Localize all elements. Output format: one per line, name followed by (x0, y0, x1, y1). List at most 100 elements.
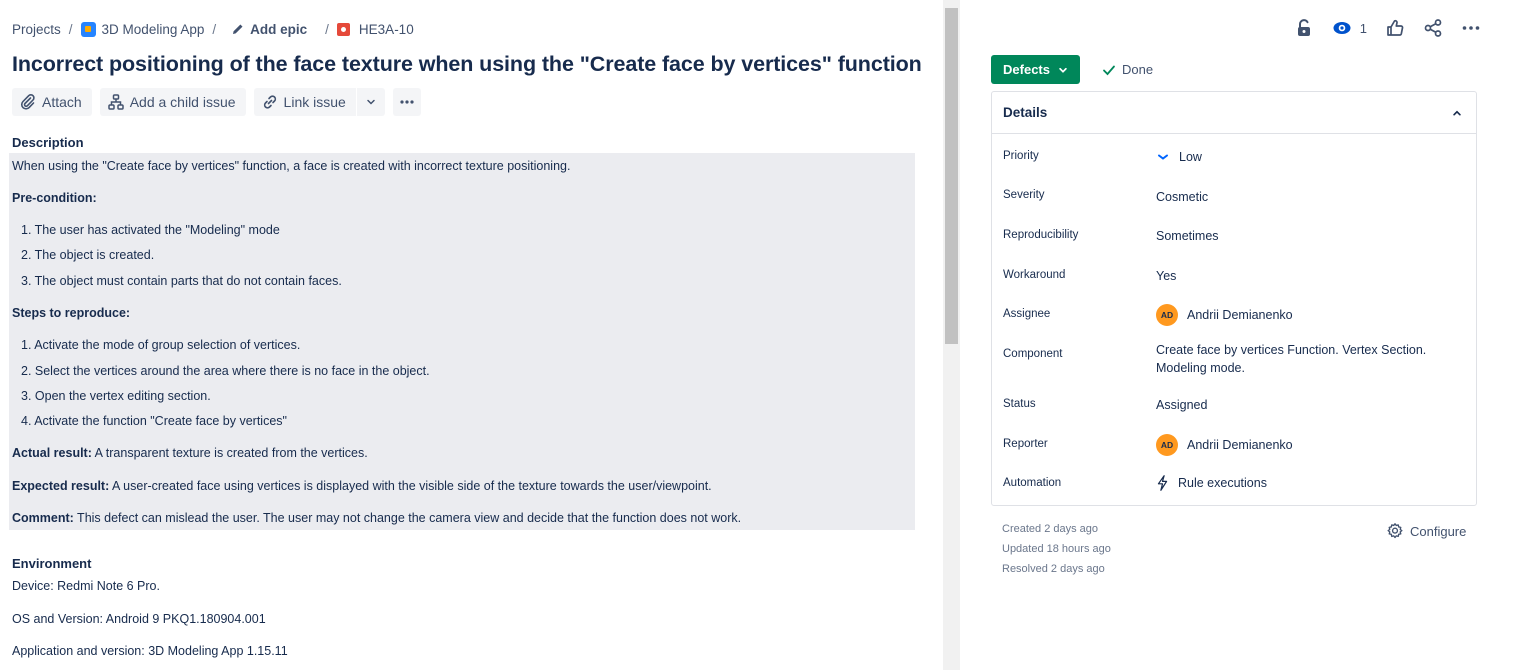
step-item: 2. Select the vertices around the area w… (21, 364, 430, 378)
field-value-priority[interactable]: Low (1156, 150, 1202, 164)
avatar: AD (1156, 304, 1178, 326)
gear-icon (1387, 523, 1403, 539)
description-label: Description (12, 135, 84, 150)
environment-app: Application and version: 3D Modeling App… (12, 644, 288, 658)
avatar: AD (1156, 434, 1178, 456)
step-item: 3. Open the vertex editing section. (21, 389, 211, 403)
updated-date: Updated 18 hours ago (1002, 543, 1111, 555)
comment: Comment: This defect can mislead the use… (12, 511, 741, 525)
field-label-automation: Automation (1003, 477, 1062, 489)
share-icon[interactable] (1423, 18, 1443, 38)
status-button-label: Defects (1003, 62, 1050, 77)
configure-button[interactable]: Configure (1386, 522, 1466, 540)
status-transition-button[interactable]: Defects (991, 55, 1080, 84)
field-label-reproducibility: Reproducibility (1003, 229, 1079, 241)
comment-label: Comment: (12, 511, 74, 525)
watch-button[interactable]: 1 (1332, 18, 1367, 38)
priority-low-icon (1156, 151, 1170, 163)
field-label-priority: Priority (1003, 150, 1039, 162)
details-header[interactable]: Details (992, 92, 1476, 134)
lock-icon[interactable] (1294, 18, 1314, 38)
environment-device: Device: Redmi Note 6 Pro. (12, 579, 160, 593)
add-child-issue-button[interactable]: Add a child issue (99, 88, 246, 116)
issue-main-panel: Projects / 3D Modeling App / Add epic / … (0, 0, 943, 670)
hierarchy-icon (107, 94, 124, 110)
bug-icon (336, 22, 350, 36)
comment-text: This defect can mislead the user. The us… (73, 511, 742, 525)
check-icon (1103, 65, 1115, 75)
precondition-item: 2. The object is created. (21, 248, 155, 262)
issue-key-label: HE3A-10 (358, 21, 414, 37)
lightning-icon (1157, 475, 1168, 491)
field-value-status[interactable]: Assigned (1156, 398, 1207, 412)
field-label-reporter: Reporter (1003, 438, 1048, 450)
actual-result: Actual result: A transparent texture is … (12, 446, 368, 460)
field-value-severity[interactable]: Cosmetic (1156, 190, 1208, 204)
field-label-status: Status (1003, 398, 1036, 410)
field-label-assignee: Assignee (1003, 308, 1051, 320)
field-label-workaround: Workaround (1003, 269, 1066, 281)
priority-text: Low (1179, 150, 1202, 164)
chevron-up-icon (1453, 110, 1461, 115)
field-value-automation[interactable]: Rule executions (1156, 474, 1267, 492)
precondition-item: 1. The user has activated the "Modeling"… (21, 223, 280, 237)
field-value-workaround[interactable]: Yes (1156, 269, 1176, 283)
actual-result-text: A transparent texture is created from th… (91, 446, 368, 460)
chevron-down-icon (367, 99, 375, 105)
field-label-component: Component (1003, 348, 1063, 360)
attach-button[interactable]: Attach (12, 88, 92, 116)
environment-label: Environment (12, 556, 92, 571)
description-intro: When using the "Create face by vertices"… (12, 159, 571, 173)
configure-label: Configure (1410, 523, 1467, 539)
link-icon (263, 95, 276, 109)
field-value-reporter[interactable]: AD Andrii Demianenko (1156, 434, 1293, 456)
paperclip-icon (20, 94, 35, 110)
eye-icon (1333, 22, 1351, 34)
resolved-date: Resolved 2 days ago (1002, 563, 1105, 575)
link-issue-split: Link issue (253, 88, 385, 116)
done-button[interactable]: Done (1102, 62, 1153, 77)
breadcrumb-separator: / (68, 21, 73, 37)
add-epic-label: Add epic (250, 21, 308, 37)
breadcrumb: Projects / 3D Modeling App / Add epic / … (12, 20, 414, 38)
scrollbar-thumb[interactable] (945, 8, 958, 344)
actual-result-label: Actual result: (12, 446, 92, 460)
issue-toolbar: Attach Add a child issue Link issue (12, 88, 421, 116)
details-panel: Details Priority Low Severity Cosmetic R… (991, 91, 1477, 506)
pencil-icon (233, 24, 243, 34)
more-actions-button[interactable] (392, 88, 421, 116)
reporter-name: Andrii Demianenko (1187, 438, 1293, 452)
step-item: 1. Activate the mode of group selection … (21, 338, 301, 352)
field-value-assignee[interactable]: AD Andrii Demianenko (1156, 304, 1293, 326)
step-item: 4. Activate the function "Create face by… (21, 414, 287, 428)
issue-header-actions: 1 (1294, 16, 1481, 40)
chevron-down-icon (1059, 67, 1067, 73)
link-issue-button[interactable]: Link issue (253, 88, 356, 116)
issue-title[interactable]: Incorrect positioning of the face textur… (12, 52, 922, 77)
field-value-component[interactable]: Create face by vertices Function. Vertex… (1156, 341, 1456, 377)
link-issue-dropdown[interactable] (356, 88, 385, 116)
field-value-reproducibility[interactable]: Sometimes (1156, 229, 1219, 243)
expected-result: Expected result: A user-created face usi… (12, 479, 712, 493)
thumbs-up-icon[interactable] (1385, 18, 1405, 38)
breadcrumb-project-label: 3D Modeling App (101, 21, 205, 37)
field-label-severity: Severity (1003, 189, 1045, 201)
more-icon (400, 100, 414, 104)
link-issue-label: Link issue (283, 94, 346, 110)
breadcrumb-projects[interactable]: Projects (12, 22, 61, 37)
breadcrumb-separator: / (212, 21, 217, 37)
created-date: Created 2 days ago (1002, 523, 1099, 535)
automation-text: Rule executions (1178, 476, 1267, 490)
breadcrumb-separator: / (325, 21, 329, 37)
environment-os: OS and Version: Android 9 PKQ1.180904.00… (12, 612, 266, 626)
assignee-name: Andrii Demianenko (1187, 308, 1293, 322)
add-child-label: Add a child issue (129, 94, 236, 110)
breadcrumb-issue-key[interactable]: HE3A-10 (336, 21, 414, 37)
done-label: Done (1122, 62, 1154, 77)
attach-label: Attach (42, 94, 82, 110)
details-title: Details (1003, 105, 1048, 120)
add-epic-button[interactable]: Add epic (232, 22, 307, 37)
breadcrumb-project[interactable]: 3D Modeling App (80, 21, 205, 37)
precondition-item: 3. The object must contain parts that do… (21, 274, 342, 288)
more-icon[interactable] (1461, 18, 1481, 38)
